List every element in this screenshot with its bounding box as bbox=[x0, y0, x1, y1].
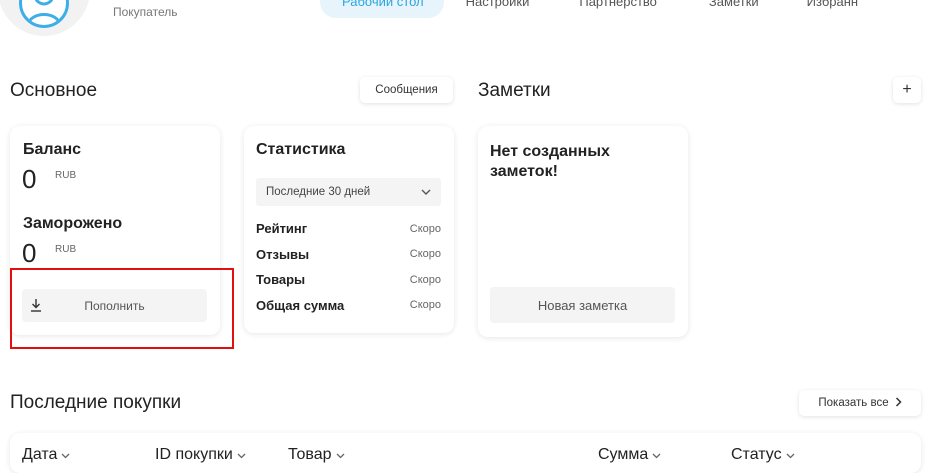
column-label: Товар bbox=[288, 446, 332, 463]
sort-chevron-icon bbox=[336, 446, 345, 464]
new-note-button[interactable]: Новая заметка bbox=[490, 287, 675, 323]
main-section-title: Основное bbox=[10, 80, 98, 101]
notes-card: Нет созданных заметок! Новая заметка bbox=[478, 126, 688, 337]
stat-value: Скоро bbox=[409, 273, 441, 286]
nav-settings[interactable]: Настройки bbox=[444, 0, 570, 18]
stat-label: Рейтинг bbox=[256, 221, 308, 237]
add-note-button[interactable]: + bbox=[893, 77, 921, 103]
purchases-table: Дата ID покупки Товар Сумма Статус bbox=[10, 433, 921, 473]
chevron-right-icon bbox=[895, 396, 902, 410]
column-header-product[interactable]: Товар bbox=[288, 446, 345, 464]
show-all-label: Показать все bbox=[818, 397, 889, 409]
notes-empty-text: Нет созданных заметок! bbox=[490, 143, 610, 180]
stat-row-total: Общая сумма Скоро bbox=[256, 293, 441, 319]
sort-chevron-icon bbox=[61, 446, 70, 464]
nav-partnership[interactable]: Партнерство bbox=[569, 0, 697, 18]
stat-value: Скоро bbox=[409, 299, 441, 312]
nav-favorites[interactable]: Избранн bbox=[789, 0, 858, 18]
stat-label: Отзывы bbox=[256, 246, 310, 262]
nav-desktop[interactable]: Рабочий стол bbox=[320, 0, 444, 18]
sort-chevron-icon bbox=[652, 446, 661, 464]
stat-row-products: Товары Скоро bbox=[256, 267, 441, 293]
messages-button[interactable]: Сообщения bbox=[360, 77, 453, 103]
column-label: Статус bbox=[731, 446, 782, 463]
purchases-section-title: Последние покупки bbox=[10, 392, 182, 413]
balance-title: Баланс bbox=[23, 141, 82, 158]
sort-chevron-icon bbox=[237, 446, 246, 464]
chevron-down-icon bbox=[421, 187, 431, 199]
column-header-date[interactable]: Дата bbox=[22, 446, 70, 464]
stat-row-rating: Рейтинг Скоро bbox=[256, 216, 441, 242]
balance-unit: RUB bbox=[55, 170, 77, 181]
avatar[interactable] bbox=[0, 0, 90, 36]
frozen-title: Заморожено bbox=[23, 215, 123, 232]
stat-row-reviews: Отзывы Скоро bbox=[256, 242, 441, 268]
sort-chevron-icon bbox=[786, 446, 795, 464]
column-label: Сумма bbox=[598, 446, 649, 463]
stats-card: Статистика Последние 30 дней Рейтинг Ско… bbox=[244, 126, 454, 333]
user-role: Покупатель bbox=[113, 5, 178, 19]
stats-title: Статистика bbox=[256, 141, 346, 158]
frozen-value: 0 bbox=[22, 238, 37, 268]
highlight-box bbox=[10, 268, 234, 349]
stat-label: Товары bbox=[256, 272, 306, 288]
stat-value: Скоро bbox=[409, 222, 441, 235]
period-select[interactable]: Последние 30 дней bbox=[256, 178, 441, 206]
frozen-unit: RUB bbox=[55, 244, 77, 255]
stat-label: Общая сумма bbox=[256, 297, 345, 313]
column-label: ID покупки bbox=[155, 446, 233, 463]
column-header-status[interactable]: Статус bbox=[731, 446, 795, 464]
stats-list: Рейтинг Скоро Отзывы Скоро Товары Скоро … bbox=[256, 216, 441, 318]
top-navigation: Рабочий стол Настройки Партнерство Замет… bbox=[320, 0, 858, 18]
balance-value: 0 bbox=[22, 164, 37, 194]
column-header-purchase-id[interactable]: ID покупки bbox=[155, 446, 246, 464]
user-avatar-icon bbox=[19, 0, 69, 28]
column-label: Дата bbox=[22, 446, 58, 463]
column-header-amount[interactable]: Сумма bbox=[598, 446, 661, 464]
nav-notes[interactable]: Заметки bbox=[697, 0, 789, 18]
period-value: Последние 30 дней bbox=[266, 186, 371, 198]
stat-value: Скоро bbox=[409, 248, 441, 261]
notes-section-title: Заметки bbox=[478, 80, 551, 101]
show-all-button[interactable]: Показать все bbox=[799, 390, 921, 416]
